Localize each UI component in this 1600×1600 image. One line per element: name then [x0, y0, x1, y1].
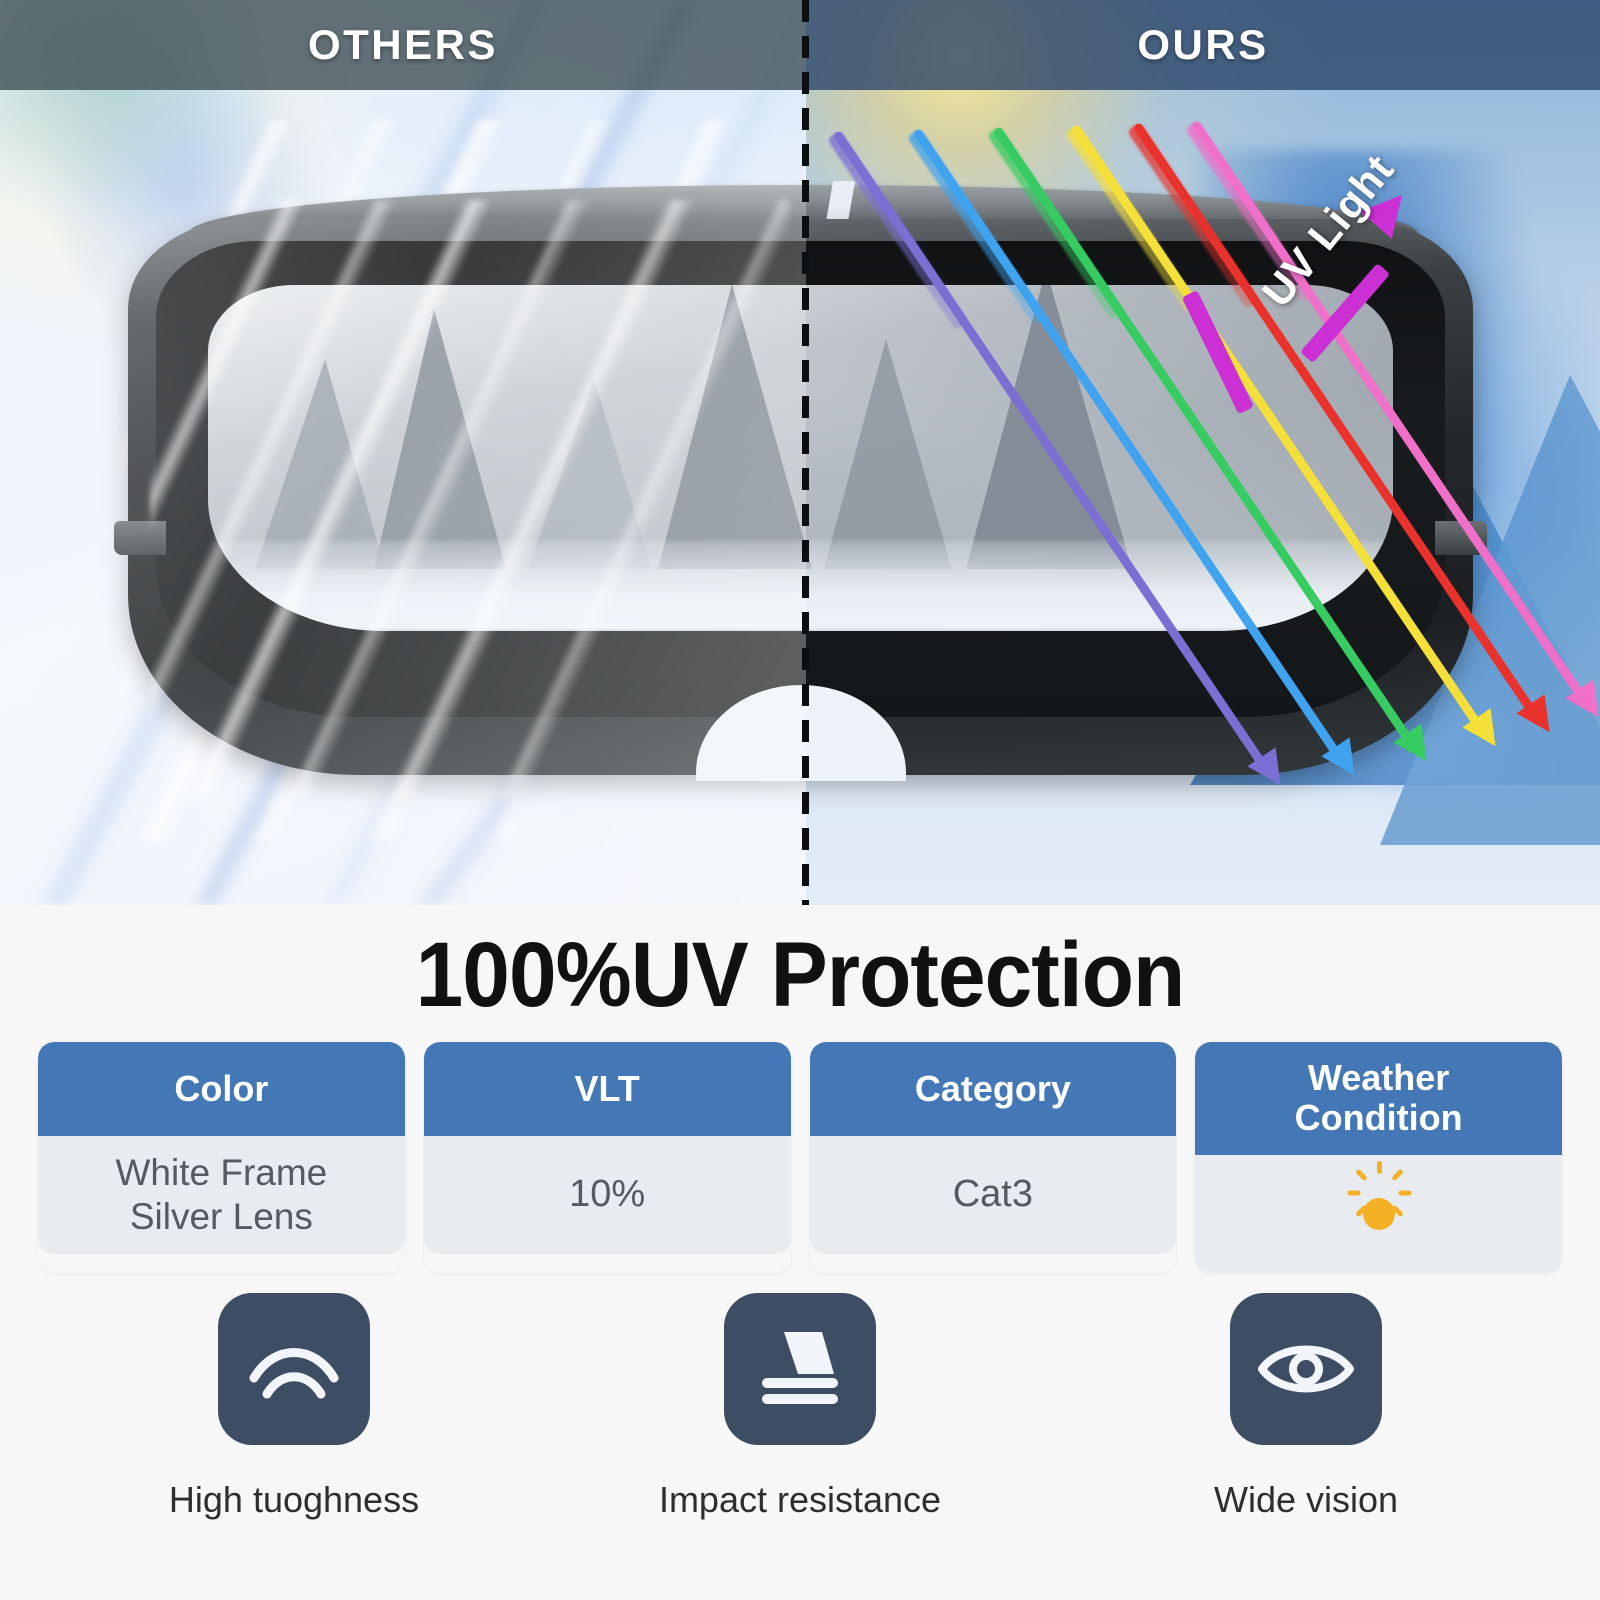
- spec-color-line2: Silver Lens: [129, 1196, 313, 1237]
- spec-card-vlt-header: VLT: [423, 1042, 791, 1136]
- feature-icon-box: [724, 1293, 876, 1445]
- spec-weather-line2: Condition: [1294, 1097, 1463, 1139]
- others-background-snow: [0, 0, 806, 905]
- others-half: [0, 0, 806, 905]
- feature-row: High tuoghness Impact resistance Wide vi…: [0, 1293, 1600, 1521]
- others-title: OTHERS: [307, 21, 498, 68]
- spec-card-vlt: VLT 10%: [423, 1042, 791, 1273]
- feature-impact-resistance: Impact resistance: [655, 1293, 945, 1521]
- others-header: OTHERS: [0, 0, 806, 90]
- comparison-photo-panel: UV Light OTHERS OURS: [0, 0, 1600, 905]
- spec-weather-line1: Weather: [1307, 1057, 1450, 1098]
- page-title: 100%UV Protection: [415, 924, 1186, 1026]
- spec-color-line1: White Frame: [115, 1151, 328, 1193]
- spec-card-vlt-value: 10%: [423, 1136, 791, 1254]
- spec-card-weather-header: Weather Condition: [1195, 1042, 1562, 1155]
- spec-card-weather-value: [1195, 1154, 1562, 1273]
- comparison-divider: [802, 0, 809, 905]
- infographic-page: UV Light OTHERS OURS 100%UV Protection C…: [0, 0, 1600, 1600]
- spec-card-weather: Weather Condition: [1195, 1042, 1562, 1273]
- feature-label: High tuoghness: [168, 1479, 420, 1520]
- sun-ray: [1390, 1168, 1404, 1181]
- sun-ray: [1376, 1160, 1382, 1174]
- spec-card-color: Color White Frame Silver Lens: [38, 1042, 405, 1273]
- arcs-icon: [249, 1348, 339, 1399]
- eye-icon: [1258, 1345, 1354, 1393]
- spec-card-row: Color White Frame Silver Lens VLT 10% Ca…: [38, 1042, 1562, 1273]
- ours-background-mountains: [806, 0, 1600, 905]
- sun-icon: [1341, 1160, 1417, 1252]
- impact-layers-icon: [762, 1332, 838, 1404]
- sun-ray: [1398, 1190, 1412, 1196]
- sun-ray: [1347, 1190, 1361, 1196]
- ours-half: [806, 0, 1600, 905]
- sun-ray: [1376, 1211, 1382, 1225]
- feature-label: Impact resistance: [658, 1479, 942, 1520]
- feature-high-toughness: High tuoghness: [149, 1293, 439, 1521]
- spec-card-category-value: Cat3: [809, 1136, 1177, 1254]
- feature-icon-box: [218, 1293, 370, 1445]
- ours-title: OURS: [1137, 21, 1269, 68]
- sun-ray: [1354, 1168, 1368, 1181]
- feature-icon-box: [1230, 1293, 1382, 1445]
- ours-header: OURS: [806, 0, 1600, 90]
- feature-label: Wide vision: [1213, 1479, 1399, 1520]
- spec-card-color-header: Color: [38, 1042, 405, 1136]
- spec-card-color-value: White Frame Silver Lens: [38, 1136, 405, 1254]
- content-area: 100%UV Protection Color White Frame Silv…: [0, 905, 1600, 1600]
- spec-card-category-header: Category: [809, 1042, 1177, 1136]
- mountain-blue-shading: [1200, 150, 1600, 790]
- feature-wide-vision: Wide vision: [1161, 1293, 1451, 1521]
- spec-card-category: Category Cat3: [809, 1042, 1177, 1273]
- comparison-header-band: OTHERS OURS: [0, 0, 1600, 90]
